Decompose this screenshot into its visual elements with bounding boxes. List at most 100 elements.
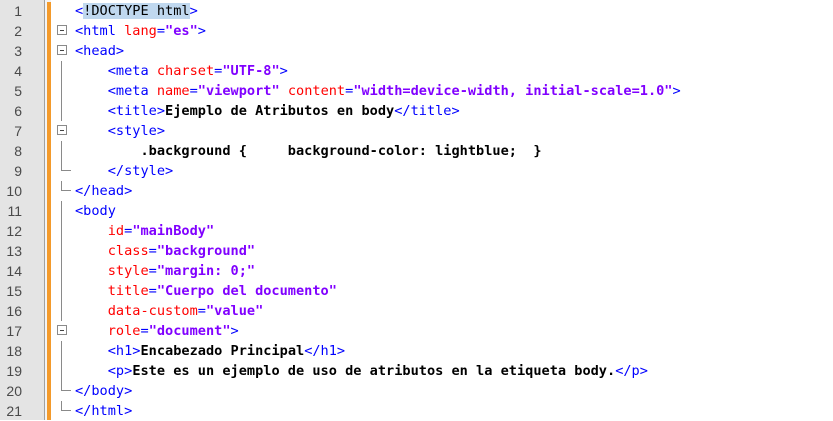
fold-guide-line (61, 201, 62, 221)
code-line[interactable]: 20 </body> (0, 381, 833, 401)
fold-guide-line (61, 341, 62, 361)
code-token: <head> (75, 43, 125, 59)
fold-guide-line (61, 101, 62, 121)
code-text[interactable]: id="mainBody" (75, 221, 214, 241)
code-line[interactable]: 10 </head> (0, 181, 833, 201)
fold-guide-line (61, 241, 62, 261)
code-text[interactable]: <html lang="es"> (75, 21, 206, 41)
line-number: 12 (6, 223, 22, 239)
code-token: > (197, 23, 206, 39)
code-text[interactable]: style="margin: 0;" (75, 261, 255, 281)
line-number: 9 (14, 163, 22, 179)
code-text[interactable]: title="Cuerpo del documento" (75, 281, 337, 301)
fold-guide-line (61, 301, 62, 321)
code-line[interactable]: 8 .background { background-color: lightb… (0, 141, 833, 161)
code-text[interactable]: <head> (75, 41, 124, 61)
code-line[interactable]: 7 <style> (0, 121, 833, 141)
code-token: title (107, 283, 149, 299)
code-token: = (148, 263, 157, 279)
code-text[interactable]: <h1>Encabezado Principal</h1> (75, 341, 345, 361)
code-text[interactable]: </html> (75, 401, 132, 421)
code-text[interactable]: role="document"> (75, 321, 239, 341)
code-token: </p> (615, 363, 648, 379)
line-number: 7 (14, 123, 22, 139)
code-text[interactable]: <meta name="viewport" content="width=dev… (75, 81, 681, 101)
code-line[interactable]: 6 <title>Ejemplo de Atributos en body</t… (0, 101, 833, 121)
code-line[interactable]: 21 </html> (0, 401, 833, 421)
fold-guide-line (61, 281, 62, 301)
code-token: Encabezado Principal (140, 343, 305, 359)
fold-toggle-icon[interactable] (57, 25, 67, 35)
code-token: "margin: 0;" (156, 263, 256, 279)
code-line[interactable]: 11 <body (0, 201, 833, 221)
code-token: <title> (107, 103, 166, 119)
code-line[interactable]: 2 <html lang="es"> (0, 21, 833, 41)
code-line[interactable]: 9 </style> (0, 161, 833, 181)
line-number: 17 (6, 323, 22, 339)
code-line[interactable]: 18 <h1>Encabezado Principal</h1> (0, 341, 833, 361)
line-number: 8 (14, 143, 22, 159)
code-line[interactable]: 13 class="background" (0, 241, 833, 261)
code-token: </html> (75, 403, 133, 419)
code-text[interactable]: <body (75, 201, 116, 221)
code-editor[interactable]: 1 <!DOCTYPE html> 2 <html lang="es"> 3 <head>… (0, 0, 833, 420)
code-token: Este es un ejemplo de uso de atributos e… (132, 363, 616, 379)
line-number: 4 (14, 63, 22, 79)
code-text[interactable]: class="background" (75, 241, 255, 261)
code-token: = (189, 83, 198, 99)
code-token: > (189, 3, 198, 19)
fold-end-marker (61, 161, 71, 171)
code-token: lang (124, 23, 157, 39)
code-text[interactable]: <title>Ejemplo de Atributos en body</tit… (75, 101, 460, 121)
line-number: 14 (6, 263, 22, 279)
line-number: 3 (14, 43, 22, 59)
code-text[interactable]: </body> (75, 381, 132, 401)
line-number: 11 (7, 203, 22, 219)
code-token: "value" (205, 303, 264, 319)
code-line[interactable]: 4 <meta charset="UTF-8"> (0, 61, 833, 81)
code-line[interactable]: 1 <!DOCTYPE html> (0, 1, 833, 21)
code-line[interactable]: 3 <head> (0, 41, 833, 61)
code-token: "document" (148, 323, 231, 339)
fold-end-marker (61, 181, 71, 191)
code-line[interactable]: 5 <meta name="viewport" content="width=d… (0, 81, 833, 101)
code-line[interactable]: 16 data-custom="value" (0, 301, 833, 321)
code-token: "es" (165, 23, 198, 39)
code-line[interactable]: 17 role="document"> (0, 321, 833, 341)
code-token: <style> (107, 123, 166, 139)
code-line[interactable]: 15 title="Cuerpo del documento" (0, 281, 833, 301)
line-number: 15 (6, 283, 22, 299)
code-token: = (148, 243, 157, 259)
code-text[interactable]: .background { background-color: lightblu… (75, 141, 541, 161)
code-text[interactable]: <p>Este es un ejemplo de uso de atributo… (75, 361, 648, 381)
code-token: = (156, 23, 166, 39)
code-text[interactable]: <!DOCTYPE html> (75, 1, 198, 21)
code-token: data-custom (107, 303, 198, 319)
line-number: 16 (6, 303, 22, 319)
fold-toggle-icon[interactable] (57, 325, 67, 335)
code-line[interactable]: 19 <p>Este es un ejemplo de uso de atrib… (0, 361, 833, 381)
code-token: id (107, 223, 125, 239)
code-token: </title> (394, 103, 460, 119)
code-line[interactable]: 14 style="margin: 0;" (0, 261, 833, 281)
code-text[interactable]: </head> (75, 181, 132, 201)
code-text[interactable]: <meta charset="UTF-8"> (75, 61, 288, 81)
code-text[interactable]: data-custom="value" (75, 301, 264, 321)
fold-guide-line (61, 141, 62, 161)
code-text[interactable]: <style> (75, 121, 165, 141)
fold-toggle-icon[interactable] (57, 45, 67, 55)
code-token: content (287, 83, 346, 99)
code-token: "UTF-8" (222, 63, 280, 79)
fold-toggle-icon[interactable] (57, 125, 67, 135)
code-text[interactable]: </style> (75, 161, 173, 181)
code-line[interactable]: 12 id="mainBody" (0, 221, 833, 241)
